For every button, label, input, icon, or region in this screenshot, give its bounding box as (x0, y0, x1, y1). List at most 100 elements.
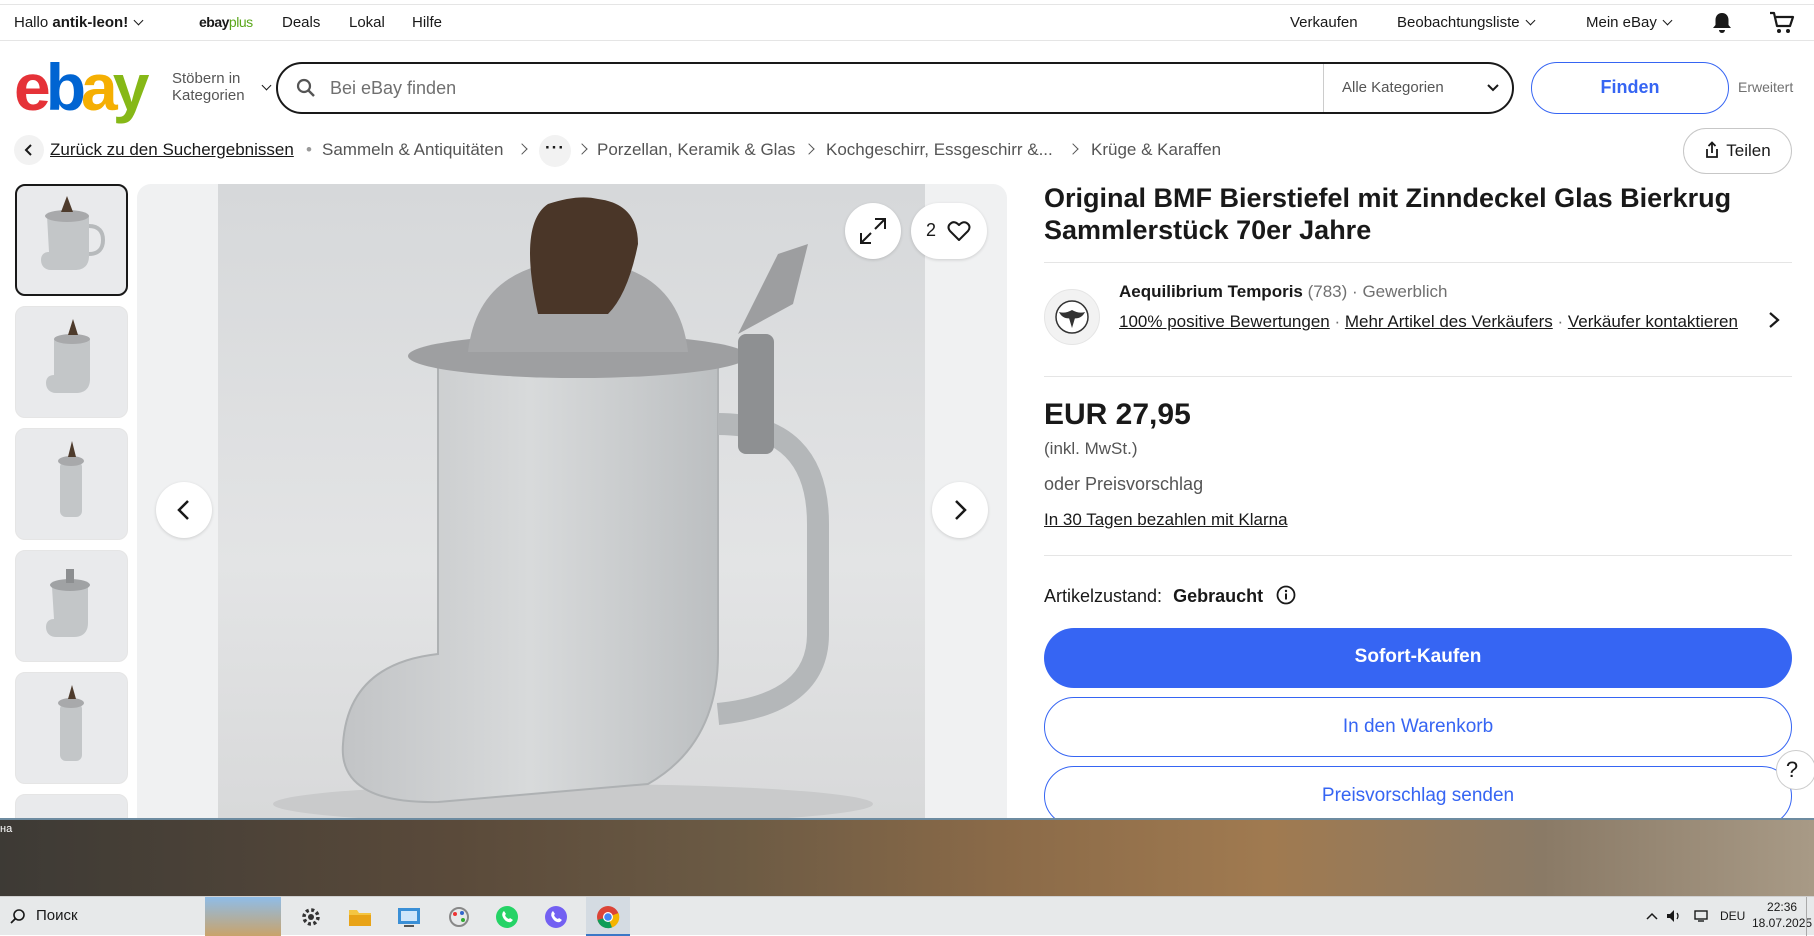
control-panel-icon[interactable] (396, 904, 422, 930)
greeting-prefix: Hallo (14, 14, 49, 31)
viber-icon[interactable] (543, 904, 569, 930)
clock-date: 18.07.2025 (1752, 916, 1813, 930)
buy-now-button[interactable]: Sofort-Kaufen (1044, 628, 1792, 688)
back-to-results-link[interactable]: Zurück zu den Suchergebnissen (50, 140, 294, 160)
next-image-button[interactable] (932, 482, 988, 538)
chrome-taskbar-item[interactable] (586, 897, 630, 936)
window-edge (0, 818, 1814, 820)
breadcrumb-more-button[interactable]: ··· (539, 135, 571, 167)
feedback-link[interactable]: 100% positive Bewertungen (1119, 312, 1330, 331)
thumbnail[interactable] (15, 794, 128, 818)
thumbnail[interactable] (15, 550, 128, 662)
chevron-up-icon[interactable] (1646, 911, 1658, 921)
my-ebay-link[interactable]: Mein eBay (1586, 14, 1673, 31)
back-button[interactable] (14, 135, 44, 165)
watchlist-link[interactable]: Beobachtungsliste (1397, 14, 1536, 31)
logo-letter-e: e (14, 50, 51, 124)
breadcrumb-item-cookware[interactable]: Kochgeschirr, Essgeschirr &... (826, 140, 1053, 160)
advanced-search-link[interactable]: Erweitert (1738, 79, 1793, 95)
paint-icon[interactable] (446, 904, 472, 930)
lokal-link[interactable]: Lokal (349, 14, 385, 31)
offer-text: oder Preisvorschlag (1044, 474, 1204, 494)
divider (1044, 555, 1792, 556)
browse-line1: Stöbern in (172, 70, 241, 87)
ebayplus-ebay: ebay (199, 14, 229, 30)
chevron-down-icon[interactable] (1486, 80, 1500, 94)
help-button[interactable]: ? (1776, 750, 1814, 790)
divider (1044, 262, 1792, 263)
seller-avatar[interactable] (1044, 289, 1100, 345)
cart-icon[interactable] (1769, 11, 1795, 35)
search-icon (296, 78, 315, 97)
ebayplus-link[interactable]: ebayplus (199, 14, 253, 30)
thumbnail[interactable] (15, 306, 128, 418)
klarna-link[interactable]: In 30 Tagen bezahlen mit Klarna (1044, 510, 1288, 530)
volume-icon[interactable] (1666, 909, 1682, 923)
product-photo (218, 184, 925, 818)
more-items-link[interactable]: Mehr Artikel des Verkäufers (1345, 312, 1553, 331)
language-indicator[interactable]: DEU (1720, 909, 1745, 923)
whatsapp-icon[interactable] (494, 904, 520, 930)
sell-link[interactable]: Verkaufen (1290, 14, 1358, 31)
bell-icon[interactable] (1711, 11, 1733, 35)
watch-button[interactable]: 2 (911, 203, 987, 259)
contact-seller-link[interactable]: Verkäufer kontaktieren (1568, 312, 1738, 331)
clock[interactable]: 22:36 18.07.2025 (1752, 899, 1812, 931)
breadcrumb-item-porcelain[interactable]: Porzellan, Keramik & Glas (597, 140, 795, 160)
network-icon[interactable] (1692, 909, 1710, 923)
my-ebay-label: Mein eBay (1586, 14, 1657, 31)
seller-name[interactable]: Aequilibrium Temporis (1119, 282, 1303, 301)
add-to-cart-button[interactable]: In den Warenkorb (1044, 697, 1792, 757)
chevron-right-icon (576, 143, 588, 155)
taskbar: Поиск DEU 22:36 18.07.2025 (0, 896, 1814, 936)
thumbnail[interactable] (15, 428, 128, 540)
search-icon (10, 909, 25, 924)
chevron-down-icon (261, 80, 272, 91)
deals-link[interactable]: Deals (282, 14, 320, 31)
thumbnail[interactable] (15, 672, 128, 784)
settings-icon[interactable] (298, 904, 324, 930)
divider (1044, 376, 1792, 377)
browse-categories-button[interactable]: Stöbern in Kategorien (172, 70, 272, 104)
share-label: Teilen (1726, 141, 1771, 160)
chevron-down-icon (1525, 15, 1536, 26)
show-desktop-button[interactable] (1806, 897, 1807, 936)
send-offer-button[interactable]: Preisvorschlag senden (1044, 766, 1792, 818)
thumbnail[interactable] (15, 184, 128, 296)
browser-viewport: Hallo antik-leon! ebayplus Deals Lokal H… (0, 0, 1814, 818)
chevron-left-icon (177, 500, 189, 520)
file-explorer-icon[interactable] (347, 904, 373, 930)
ebay-logo[interactable]: ebay (14, 50, 149, 124)
breadcrumb-item-jugs[interactable]: Krüge & Karaffen (1091, 140, 1221, 160)
username: antik-leon! (52, 14, 129, 31)
product-image (273, 197, 873, 818)
greeting[interactable]: Hallo antik-leon! (14, 14, 144, 31)
breadcrumb-item-collecting[interactable]: Sammeln & Antiquitäten (322, 140, 503, 160)
chevron-right-icon (1067, 143, 1079, 155)
chevron-right-icon (803, 143, 815, 155)
search-input[interactable]: Bei eBay finden (330, 78, 456, 99)
previous-image-button[interactable] (156, 482, 212, 538)
info-icon[interactable] (1276, 585, 1296, 605)
chevron-down-icon (133, 15, 144, 26)
ebayplus-plus: plus (228, 14, 253, 30)
fullscreen-button[interactable] (845, 203, 901, 259)
category-select[interactable]: Alle Kategorien (1342, 79, 1444, 96)
browse-line2: Kategorien (172, 87, 245, 104)
seller-links: 100% positive Bewertungen · Mehr Artikel… (1119, 312, 1738, 331)
find-button[interactable]: Finden (1531, 62, 1729, 114)
thumbnail-image (58, 685, 84, 761)
main-image-viewer[interactable] (137, 184, 1007, 818)
watchlist-label: Beobachtungsliste (1397, 14, 1520, 31)
taskbar-search[interactable]: Поиск (36, 907, 78, 924)
chevron-right-icon[interactable] (1766, 310, 1782, 330)
seller-dot: · (1352, 282, 1358, 301)
seller-info: Aequilibrium Temporis (783) · Gewerblich (1119, 282, 1447, 302)
seller-score: (783) (1307, 282, 1348, 301)
favorite-count: 2 (926, 220, 937, 240)
hilfe-link[interactable]: Hilfe (412, 14, 442, 31)
share-button[interactable]: Teilen (1683, 128, 1792, 174)
heart-icon (947, 221, 971, 241)
thumbnail-image (58, 441, 84, 517)
share-icon (1706, 141, 1719, 158)
